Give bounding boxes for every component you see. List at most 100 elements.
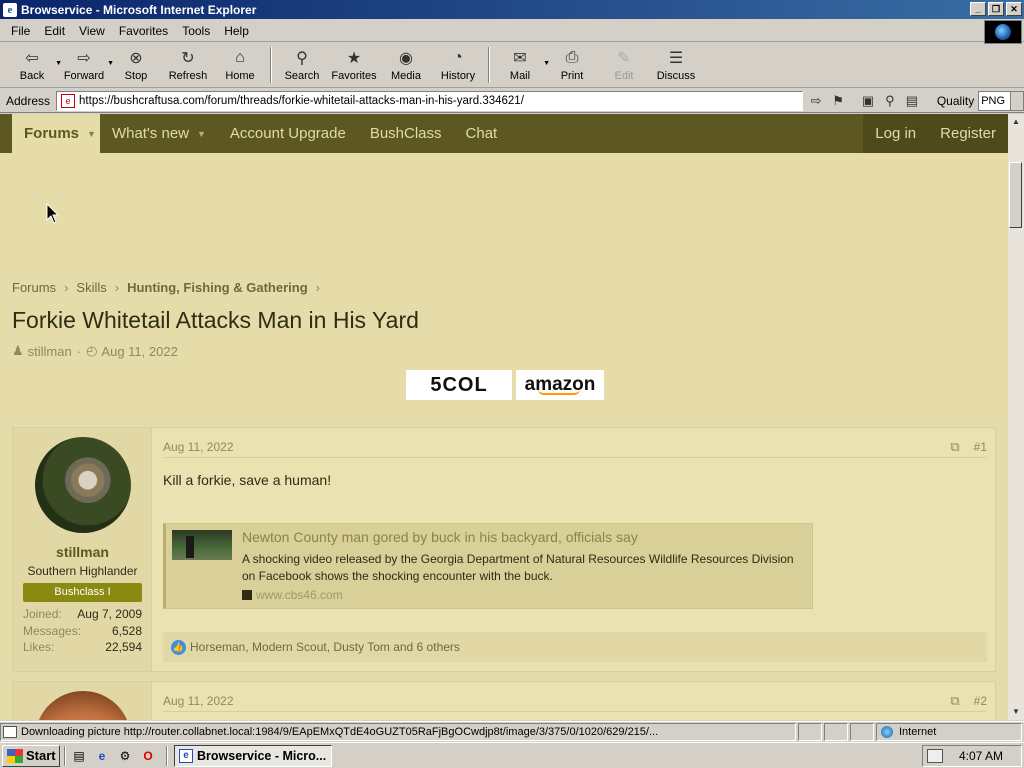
menu-help[interactable]: Help [217, 24, 256, 38]
maximize-button[interactable]: ❐ [988, 2, 1004, 16]
toolbar-history-button[interactable]: ◔ History [432, 44, 484, 86]
close-button[interactable]: ✕ [1006, 2, 1022, 16]
toolbar-search-button[interactable]: ⚲ Search [276, 44, 328, 86]
find-icon[interactable]: ⚲ [881, 92, 899, 110]
post-user-sidebar: stillman Southern Highlander Bushclass I… [13, 428, 152, 671]
share-icon[interactable]: ⧉ [950, 693, 959, 709]
reactions-bar[interactable]: 👍 Horseman, Modern Scout, Dusty Tom and … [163, 632, 987, 662]
sponsor-badges: 5COL amazon [406, 370, 604, 400]
edit-icon: ✎ [617, 50, 631, 67]
stat-label: Messages: [23, 623, 82, 638]
toolbar-print-button[interactable]: ⎙ Print [546, 44, 598, 86]
share-icon[interactable]: ⧉ [950, 439, 959, 455]
post-username[interactable]: stillman [13, 544, 152, 560]
reactions-text[interactable]: Horseman, Modern Scout, Dusty Tom and 6 … [190, 640, 460, 654]
link-preview-title[interactable]: Newton County man gored by buck in his b… [242, 529, 638, 545]
show-desktop-icon[interactable]: ▤ [70, 747, 88, 765]
thread-date[interactable]: Aug 11, 2022 [101, 344, 177, 359]
page-icon: e [61, 93, 76, 108]
menu-tools[interactable]: Tools [175, 24, 217, 38]
toolbar-edit-button[interactable]: ✎ Edit [598, 44, 650, 86]
toolbar-refresh-button[interactable]: ↻ Refresh [162, 44, 214, 86]
nav-tab-account-upgrade[interactable]: Account Upgrade [218, 114, 358, 153]
nav-tab-chat[interactable]: Chat [454, 114, 510, 153]
toolbar-discuss-button[interactable]: ☰ Discuss [650, 44, 702, 86]
post-header: Aug 11, 2022 ⧉ #1 [163, 436, 987, 458]
stat-value: 6,528 [111, 623, 142, 638]
thread-meta: ♟ stillman · ◴ Aug 11, 2022 [12, 343, 178, 359]
toolbar-separator [270, 47, 272, 83]
address-input[interactable]: e https://bushcraftusa.com/forum/threads… [56, 90, 804, 111]
post-number[interactable]: #1 [974, 440, 987, 454]
taskbar-separator [64, 745, 66, 766]
thread-author[interactable]: stillman [28, 344, 72, 359]
nav-tab-bushclass[interactable]: BushClass [358, 114, 454, 153]
caret-down-icon[interactable]: ▼ [87, 129, 96, 139]
menu-edit[interactable]: Edit [37, 24, 72, 38]
user-stats: Joined: Aug 7, 2009 Messages: 6,528 Likes:… [23, 606, 142, 656]
toolbar-media-button[interactable]: ◉ Media [380, 44, 432, 86]
go-arrow-icon[interactable]: ⇨ [807, 92, 825, 110]
print-icon: ⎙ [565, 49, 579, 66]
caret-down-icon[interactable]: ▼ [197, 129, 206, 139]
breadcrumb: Forums › Skills › Hunting, Fishing & Gat… [12, 280, 328, 295]
minimize-button[interactable]: _ [970, 2, 986, 16]
scroll-up-icon[interactable]: ▲ [1008, 114, 1024, 130]
toolbar-stop-button[interactable]: ⊗ Stop [110, 44, 162, 86]
ie-quicklaunch-icon[interactable]: e [93, 747, 111, 765]
menu-file[interactable]: File [4, 24, 37, 38]
menu-favorites[interactable]: Favorites [112, 24, 175, 38]
toolbar-home-button[interactable]: ⌂ Home [214, 44, 266, 86]
post-number[interactable]: #2 [974, 694, 987, 708]
link-preview[interactable]: Newton County man gored by buck in his b… [163, 523, 813, 609]
ie-app-icon: e [3, 2, 17, 17]
toolbar-button-label: Mail [509, 70, 531, 82]
scroll-down-icon[interactable]: ▼ [1008, 704, 1024, 720]
clock: 4:07 AM [959, 748, 1004, 763]
system-tray: 4:07 AM [922, 744, 1022, 767]
post-date[interactable]: Aug 11, 2022 [163, 694, 234, 708]
avatar[interactable] [35, 437, 131, 533]
amazon-badge[interactable]: amazon [516, 370, 604, 400]
nav-tab-forums[interactable]: Forums ▼ [12, 114, 100, 153]
quality-select[interactable]: PNG [978, 90, 1024, 111]
view-icon[interactable]: ▣ [859, 92, 877, 110]
nav-tab-label: Forums [24, 125, 80, 142]
toolbar-button-label: Print [560, 70, 584, 82]
tray-app-icon[interactable] [927, 748, 943, 763]
status-message: Downloading picture http://router.collab… [0, 722, 796, 741]
login-link[interactable]: Log in [863, 114, 929, 153]
window-titlebar: e Browservice - Microsoft Internet Explo… [0, 0, 1024, 19]
breadcrumb-skills[interactable]: Skills [76, 280, 106, 295]
search-icon: ⚲ [296, 50, 308, 67]
toolbar-favorites-button[interactable]: ★ Favorites [328, 44, 380, 86]
register-link[interactable]: Register [928, 114, 1008, 153]
address-label: Address [6, 93, 51, 108]
post-1: stillman Southern Highlander Bushclass I… [12, 427, 996, 672]
mail-icon: ✉ [513, 50, 527, 67]
clipboard-icon[interactable]: ▤ [903, 92, 921, 110]
nav-tab-whats-new[interactable]: What's new ▼ [100, 114, 218, 153]
start-button[interactable]: Start [2, 744, 60, 767]
post-date[interactable]: Aug 11, 2022 [163, 440, 234, 454]
toolbar-back-button[interactable]: ⇦ Back ▼ [6, 44, 62, 86]
zone-label: Internet [899, 725, 937, 738]
toolbar-button-label: Discuss [656, 70, 696, 82]
scol-badge[interactable]: 5COL [406, 370, 512, 400]
vertical-scrollbar[interactable]: ▲ ▼ [1008, 114, 1024, 720]
toolbar-button-label: History [440, 70, 476, 82]
toolbar-button-label: Search [284, 70, 320, 82]
scrollbar-thumb[interactable] [1009, 162, 1022, 228]
network-icon[interactable]: ⚙ [116, 747, 134, 765]
menu-view[interactable]: View [72, 24, 112, 38]
avatar[interactable] [35, 691, 131, 720]
toolbar-mail-button[interactable]: ✉ Mail ▼ [494, 44, 550, 86]
breadcrumb-forums[interactable]: Forums [12, 280, 56, 295]
breadcrumb-hunting[interactable]: Hunting, Fishing & Gathering [127, 280, 308, 295]
page-viewport: Forums ▼ What's new ▼ Account Upgrade Bu… [0, 114, 1008, 720]
bookmark-icon[interactable]: ⚑ [829, 92, 847, 110]
opera-icon[interactable]: O [139, 747, 157, 765]
toolbar-forward-button[interactable]: ⇨ Forward ▼ [58, 44, 114, 86]
start-label: Start [26, 748, 56, 763]
taskbar-item-browservice[interactable]: e Browservice - Micro... [174, 744, 332, 767]
